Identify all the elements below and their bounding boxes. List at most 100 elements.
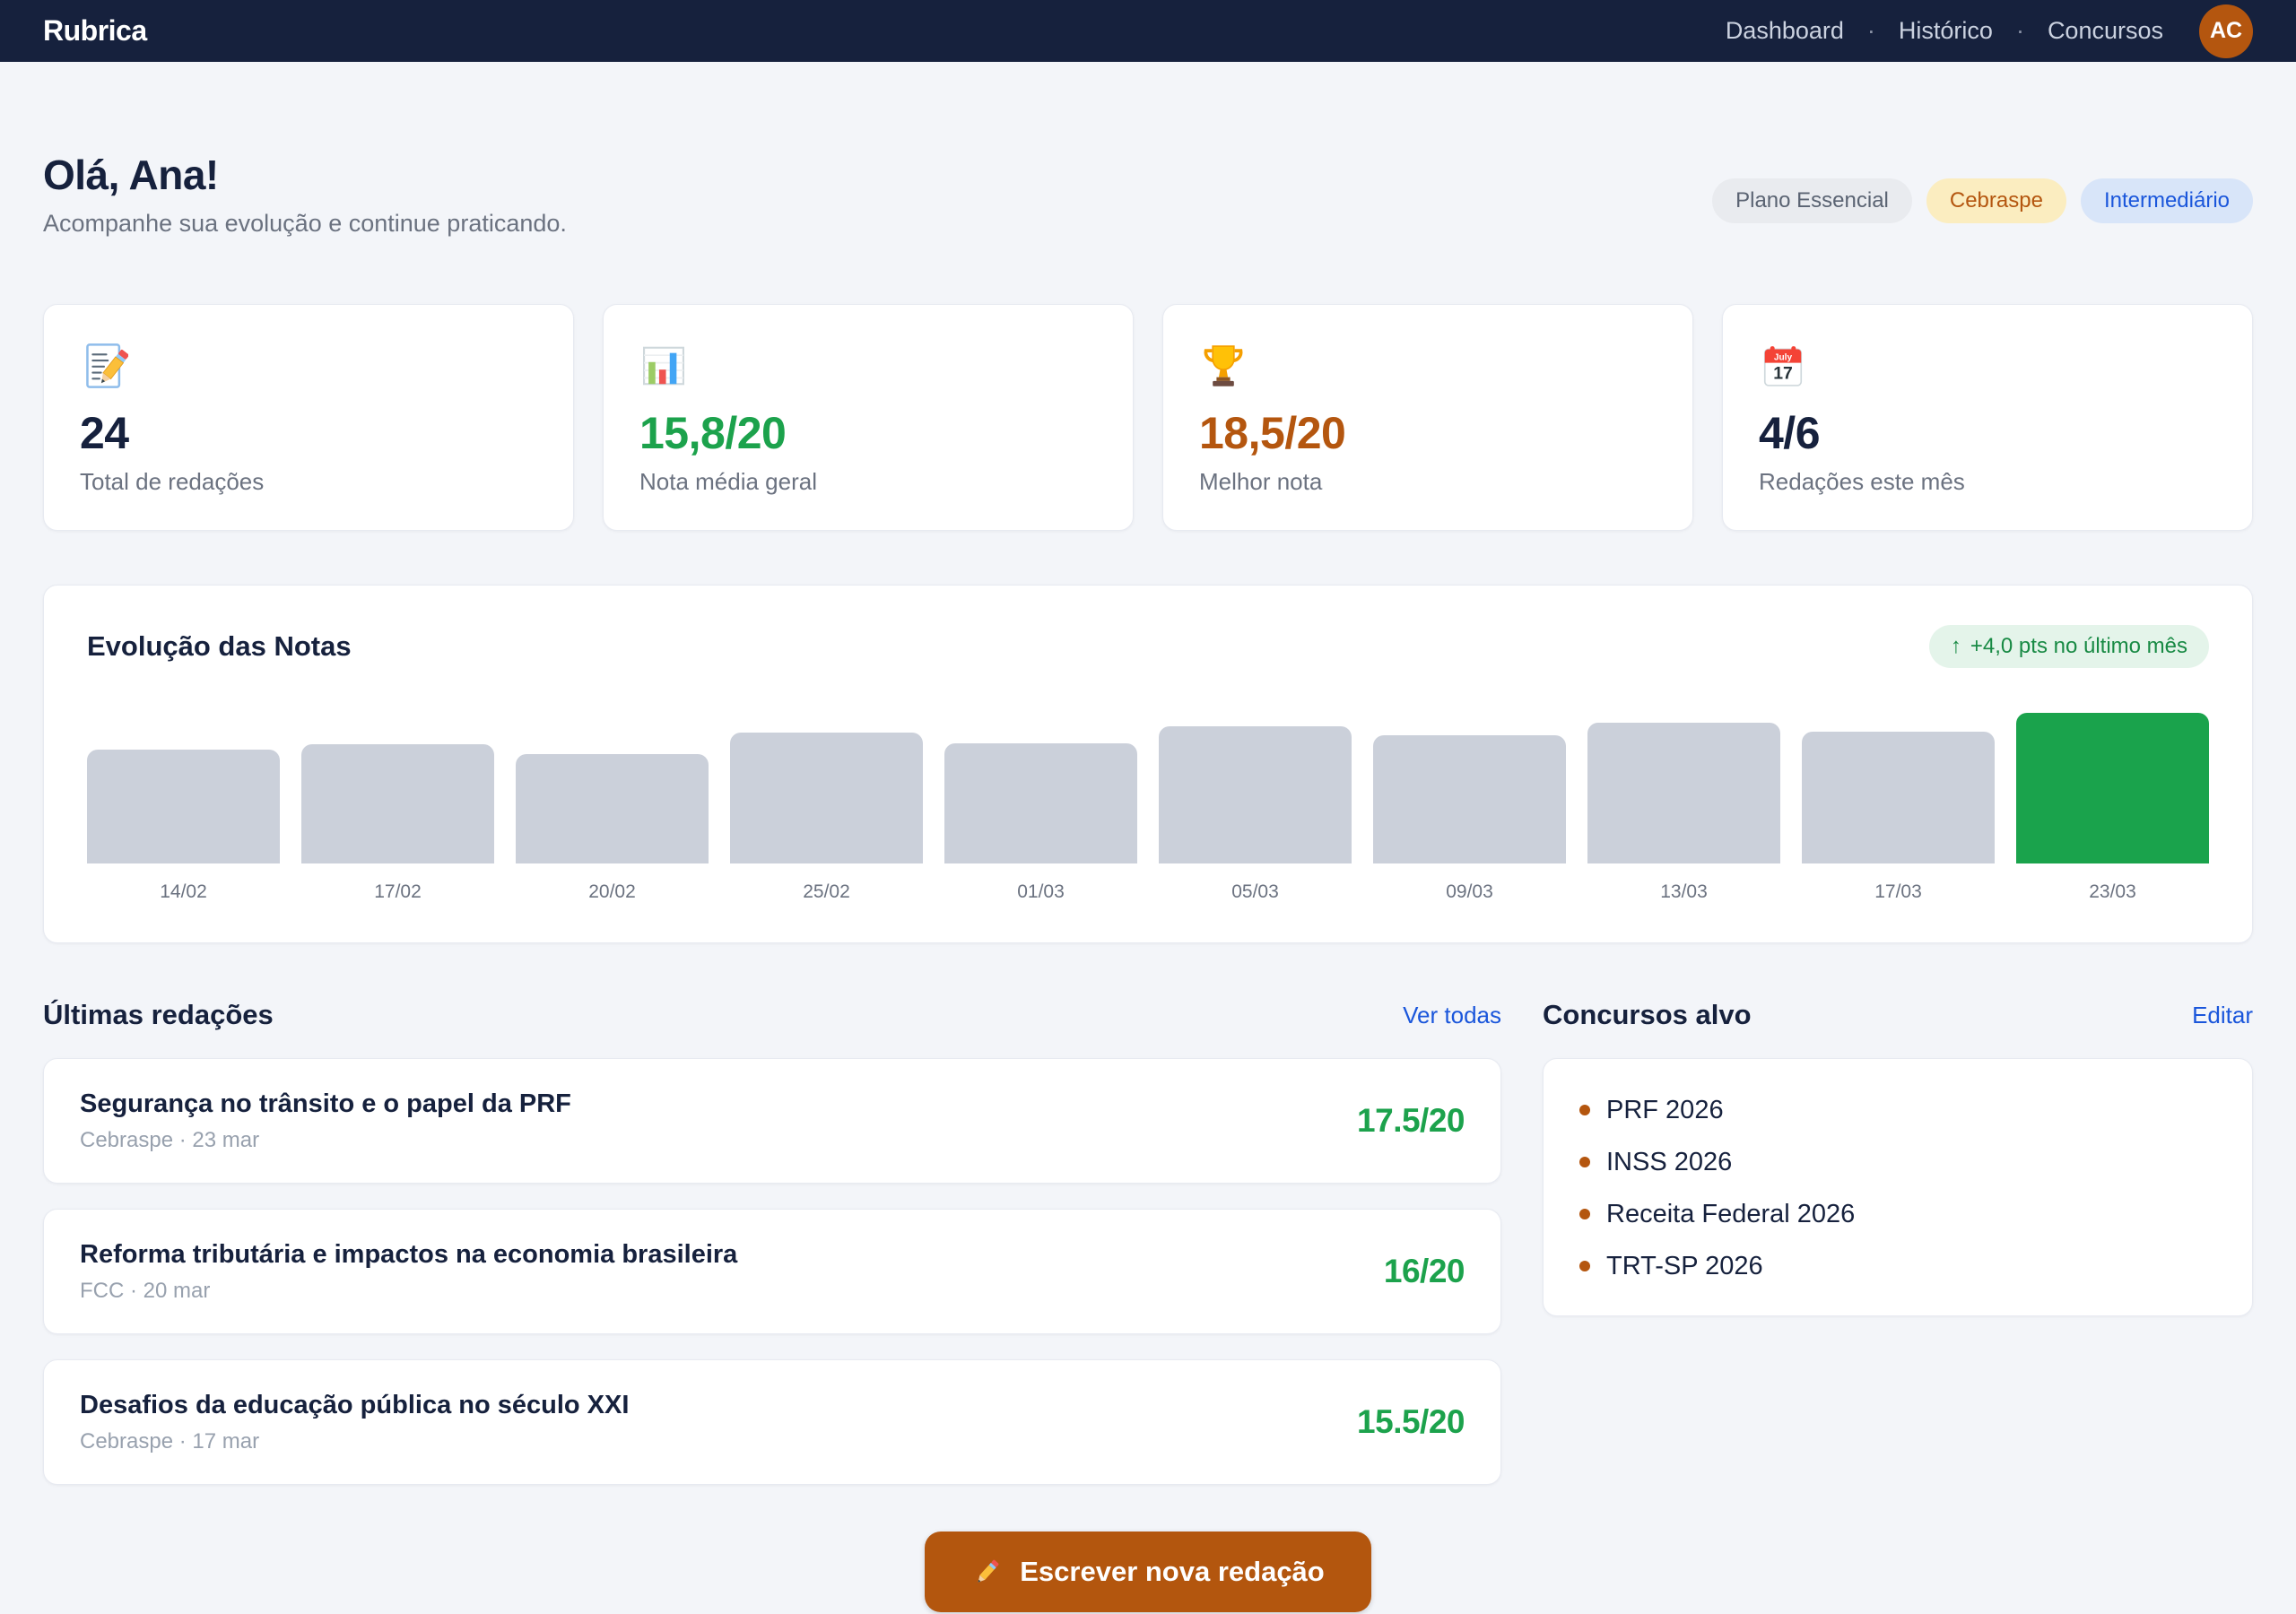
navbar: Rubrica Dashboard · Histórico · Concurso… [0, 0, 2296, 62]
essay-text-block: Desafios da educação pública no século X… [80, 1391, 629, 1454]
chart-bar-label: 20/02 [516, 863, 709, 903]
bullet-icon [1579, 1261, 1590, 1271]
chart-bar-label: 13/03 [1587, 863, 1780, 903]
target-contests-section: Concursos alvo Editar PRF 2026 INSS 2026… [1543, 999, 2253, 1485]
page-header: Olá, Ana! Acompanhe sua evolução e conti… [43, 152, 2253, 238]
stat-value-essays-this-month: 4/6 [1759, 409, 2216, 457]
calendar-icon: July 17 [1759, 341, 2216, 391]
stat-value-total-essays: 24 [80, 409, 537, 457]
write-new-essay-button[interactable]: Escrever nova redação [925, 1532, 1371, 1612]
nav-links: Dashboard · Histórico · Concursos AC [1726, 4, 2253, 58]
nav-link-concursos[interactable]: Concursos [2048, 17, 2163, 45]
nav-link-historico[interactable]: Histórico [1899, 17, 1993, 45]
chart-bar [730, 733, 923, 863]
chart-bar [1802, 732, 1995, 863]
greeting-block: Olá, Ana! Acompanhe sua evolução e conti… [43, 152, 567, 238]
essay-text-block: Segurança no trânsito e o papel da PRF C… [80, 1089, 571, 1153]
write-new-essay-label: Escrever nova redação [1020, 1556, 1325, 1588]
chart-bar-label: 05/03 [1159, 863, 1352, 903]
page-title: Olá, Ana! [43, 152, 567, 199]
lower-section: Últimas redações Ver todas Segurança no … [43, 999, 2253, 1485]
chart-title: Evolução das Notas [87, 630, 352, 663]
essay-text-block: Reforma tributária e impactos na economi… [80, 1240, 737, 1304]
contest-label: PRF 2026 [1606, 1095, 1724, 1125]
contest-list-item: PRF 2026 [1579, 1095, 2216, 1125]
essay-card[interactable]: Reforma tributária e impactos na economi… [43, 1209, 1501, 1334]
stat-label-total-essays: Total de redações [80, 468, 537, 496]
stat-card-best-score: 18,5/20 Melhor nota [1162, 304, 1693, 531]
arrow-up-icon: ↑ [1951, 634, 1961, 659]
contest-list-item: INSS 2026 [1579, 1147, 2216, 1177]
chart-bar-column: 01/03 [944, 691, 1137, 903]
avatar[interactable]: AC [2199, 4, 2253, 58]
stat-card-total-essays: 24 Total de redações [43, 304, 574, 531]
banca-badge: Cebraspe [1926, 178, 2066, 223]
bar-chart: 14/02 17/02 20/02 25/02 01/03 05/03 09/03 13/03… [87, 691, 2209, 903]
stat-value-best-score: 18,5/20 [1199, 409, 1657, 457]
chart-bar-label: 09/03 [1373, 863, 1566, 903]
chart-bar [1587, 723, 1780, 863]
cta-wrapper: Escrever nova redação [43, 1532, 2253, 1612]
edit-link[interactable]: Editar [2192, 1002, 2253, 1029]
essay-score: 17.5/20 [1357, 1102, 1465, 1140]
contest-label: INSS 2026 [1606, 1147, 1732, 1177]
plan-badge: Plano Essencial [1712, 178, 1912, 223]
trophy-icon [1199, 341, 1657, 391]
level-badge: Intermediário [2081, 178, 2253, 223]
chart-bar-column: 09/03 [1373, 691, 1566, 903]
chart-bar-column: 20/02 [516, 691, 709, 903]
memo-icon [80, 341, 537, 391]
nav-link-dashboard[interactable]: Dashboard [1726, 17, 1844, 45]
stat-label-best-score: Melhor nota [1199, 468, 1657, 496]
essay-card[interactable]: Desafios da educação pública no século X… [43, 1359, 1501, 1485]
essay-title: Reforma tributária e impactos na economi… [80, 1240, 737, 1270]
stat-card-essays-this-month: July 17 4/6 Redações este mês [1722, 304, 2253, 531]
essay-title: Segurança no trânsito e o papel da PRF [80, 1089, 571, 1119]
page-subtitle: Acompanhe sua evolução e continue pratic… [43, 210, 567, 238]
app-logo[interactable]: Rubrica [43, 14, 147, 48]
stats-row: 24 Total de redações 15,8/20 Nota média … [43, 304, 2253, 531]
bullet-icon [1579, 1209, 1590, 1219]
stat-label-essays-this-month: Redações este mês [1759, 468, 2216, 496]
recent-essays-title: Últimas redações [43, 999, 274, 1031]
stat-value-average-score: 15,8/20 [639, 409, 1097, 457]
trend-badge: ↑ +4,0 pts no último mês [1929, 625, 2209, 668]
chart-bar [87, 750, 280, 863]
chart-bar-label: 23/03 [2016, 863, 2209, 903]
chart-bar [301, 744, 494, 863]
target-contests-header: Concursos alvo Editar [1543, 999, 2253, 1031]
chart-bar-column: 05/03 [1159, 691, 1352, 903]
chart-header: Evolução das Notas ↑ +4,0 pts no último … [87, 625, 2209, 668]
contest-list-item: TRT-SP 2026 [1579, 1251, 2216, 1281]
profile-badges: Plano Essencial Cebraspe Intermediário [1712, 178, 2253, 223]
contest-label: Receita Federal 2026 [1606, 1199, 1855, 1229]
chart-bar-label: 25/02 [730, 863, 923, 903]
chart-bar-column: 14/02 [87, 691, 280, 903]
nav-separator: · [2016, 17, 2024, 45]
target-contests-card: PRF 2026 INSS 2026 Receita Federal 2026 … [1543, 1058, 2253, 1316]
chart-bar [516, 754, 709, 863]
chart-bar-label: 17/02 [301, 863, 494, 903]
chart-bar [944, 743, 1137, 863]
chart-bar-column: 13/03 [1587, 691, 1780, 903]
pencil-icon [971, 1556, 1004, 1588]
score-evolution-chart-card: Evolução das Notas ↑ +4,0 pts no último … [43, 585, 2253, 943]
essay-score: 15.5/20 [1357, 1403, 1465, 1441]
recent-essays-section: Últimas redações Ver todas Segurança no … [43, 999, 1501, 1485]
contest-list-item: Receita Federal 2026 [1579, 1199, 2216, 1229]
chart-bar [1373, 735, 1566, 863]
see-all-link[interactable]: Ver todas [1403, 1002, 1501, 1029]
recent-essays-header: Últimas redações Ver todas [43, 999, 1501, 1031]
bullet-icon [1579, 1157, 1590, 1167]
chart-bar-column: 23/03 [2016, 691, 2209, 903]
chart-bar [1159, 726, 1352, 863]
chart-bar-label: 01/03 [944, 863, 1137, 903]
essay-meta: FCC · 20 mar [80, 1279, 737, 1304]
essay-meta: Cebraspe · 17 mar [80, 1429, 629, 1454]
bar-chart-icon [639, 341, 1097, 391]
svg-text:17: 17 [1773, 363, 1793, 383]
stat-card-average-score: 15,8/20 Nota média geral [603, 304, 1134, 531]
essay-card[interactable]: Segurança no trânsito e o papel da PRF C… [43, 1058, 1501, 1184]
svg-text:July: July [1774, 352, 1793, 362]
chart-bar [2016, 713, 2209, 863]
